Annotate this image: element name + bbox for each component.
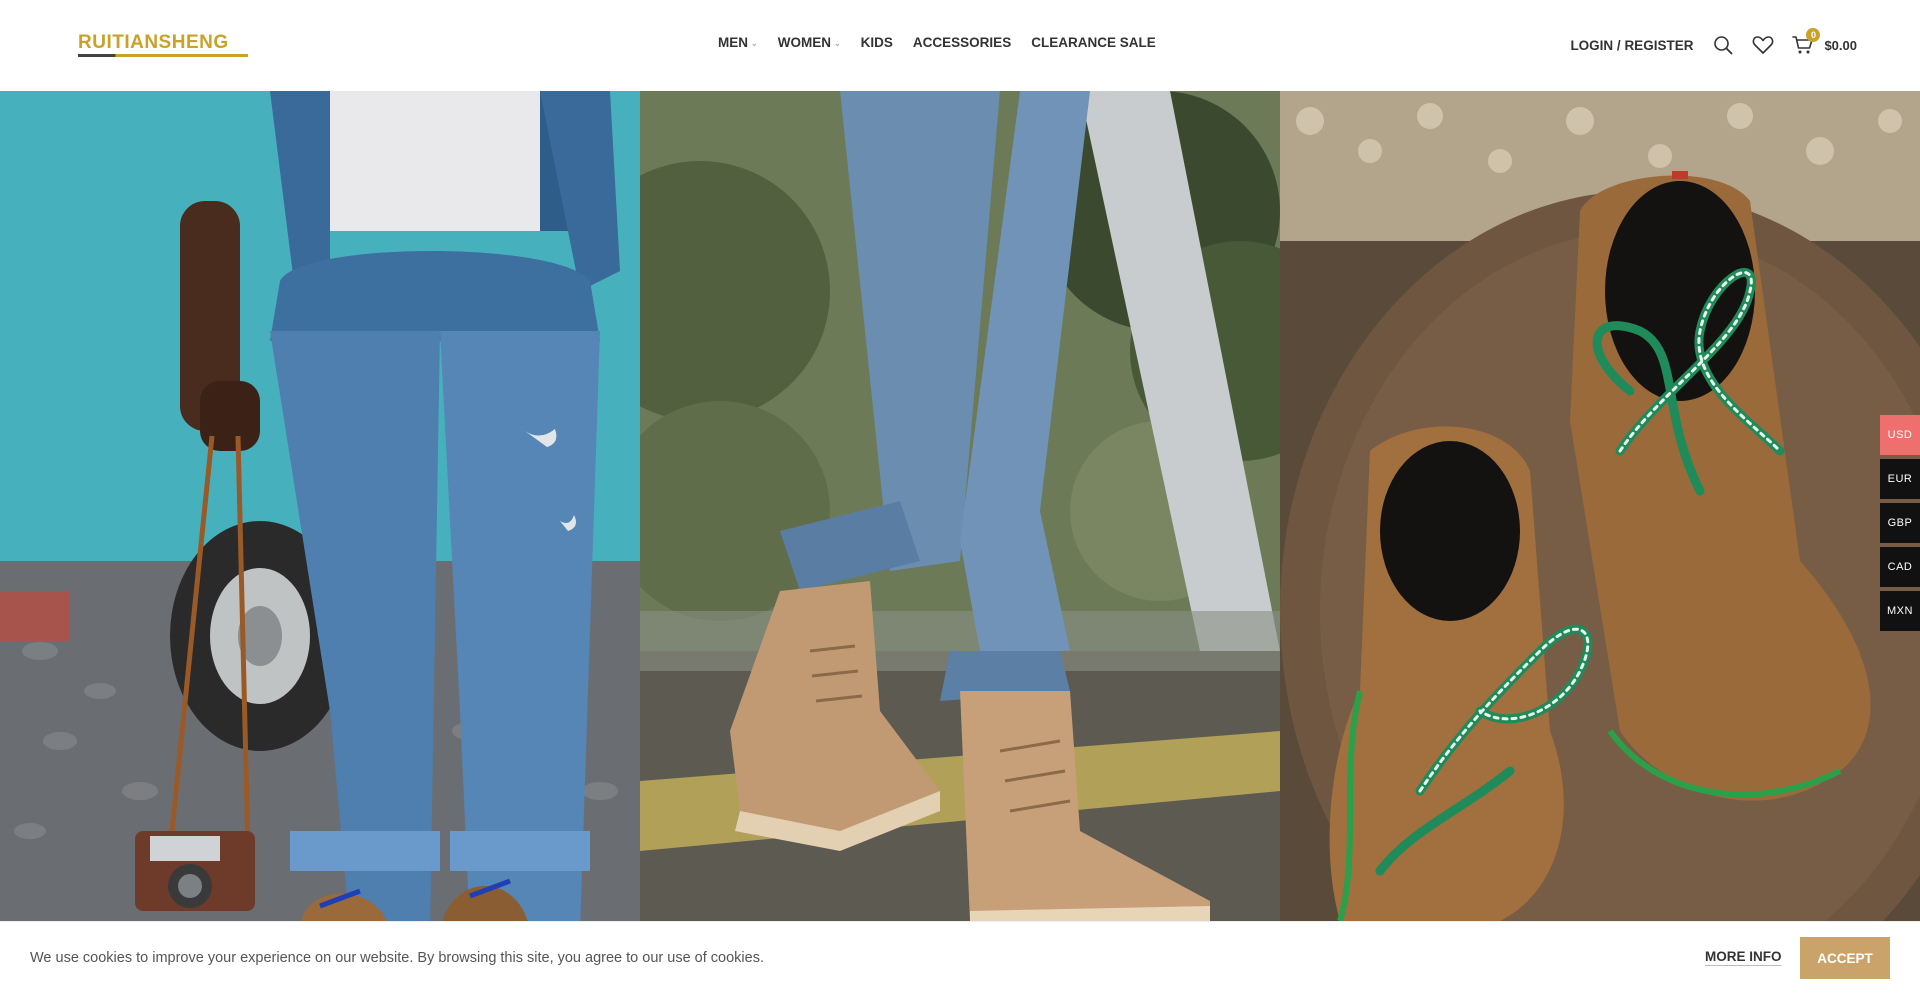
search-icon[interactable] xyxy=(1712,34,1734,56)
hero-gallery xyxy=(0,91,1920,921)
login-register-link[interactable]: LOGIN / REGISTER xyxy=(1570,38,1693,53)
nav-item-label: ACCESSORIES xyxy=(912,35,1012,50)
currency-option-gbp[interactable]: GBP xyxy=(1880,503,1920,543)
accept-cookies-button[interactable]: ACCEPT xyxy=(1800,937,1890,979)
currency-option-mxn[interactable]: MXN xyxy=(1880,591,1920,631)
header-actions: LOGIN / REGISTER 0 $0.00 xyxy=(1570,28,1857,60)
cart-total[interactable]: $0.00 xyxy=(1824,38,1857,53)
hero-image-jeans-camera xyxy=(0,91,640,921)
more-info-link[interactable]: MORE INFO xyxy=(1705,949,1782,964)
chevron-down-icon: ⌄ xyxy=(833,38,841,48)
nav-item-accessories[interactable]: ACCESSORIES xyxy=(913,35,1011,50)
nav-item-women[interactable]: WOMEN ⌄ xyxy=(778,35,841,50)
hero-panel-jeans-camera[interactable] xyxy=(0,91,640,921)
site-logo[interactable]: RUITIANSHENG xyxy=(78,33,248,59)
chevron-down-icon: ⌄ xyxy=(751,38,758,48)
nav-item-label: MEN xyxy=(718,35,748,50)
site-header: RUITIANSHENG MEN ⌄ WOMEN ⌄ KIDS ACCESSOR… xyxy=(0,0,1920,90)
logo-text: RUITIANSHENG xyxy=(78,32,229,53)
nav-item-men[interactable]: MEN ⌄ xyxy=(718,35,758,50)
currency-option-eur[interactable]: EUR xyxy=(1880,459,1920,499)
currency-switcher: USD EUR GBP CAD MXN xyxy=(1880,415,1920,631)
hero-image-green-laces xyxy=(1280,91,1920,921)
nav-item-label: CLEARANCE SALE xyxy=(1031,35,1156,50)
currency-option-usd[interactable]: USD xyxy=(1880,415,1920,455)
hero-panel-green-laces[interactable] xyxy=(1280,91,1920,921)
nav-item-label: KIDS xyxy=(860,35,893,50)
main-nav: MEN ⌄ WOMEN ⌄ KIDS ACCESSORIES CLEARANCE… xyxy=(718,35,1156,50)
hero-image-tan-boots xyxy=(640,91,1280,921)
hero-panel-tan-boots[interactable] xyxy=(640,91,1280,921)
currency-option-cad[interactable]: CAD xyxy=(1880,547,1920,587)
nav-item-clearance-sale[interactable]: CLEARANCE SALE xyxy=(1031,35,1156,50)
nav-item-kids[interactable]: KIDS xyxy=(861,35,893,50)
nav-item-label: WOMEN xyxy=(777,35,831,50)
cart-icon[interactable]: 0 xyxy=(1792,28,1821,56)
cookie-banner: We use cookies to improve your experienc… xyxy=(0,921,1920,993)
cart-count-badge: 0 xyxy=(1806,28,1821,42)
heart-icon[interactable] xyxy=(1752,34,1774,56)
cookie-message: We use cookies to improve your experienc… xyxy=(30,950,764,966)
logo-underline xyxy=(78,54,248,57)
